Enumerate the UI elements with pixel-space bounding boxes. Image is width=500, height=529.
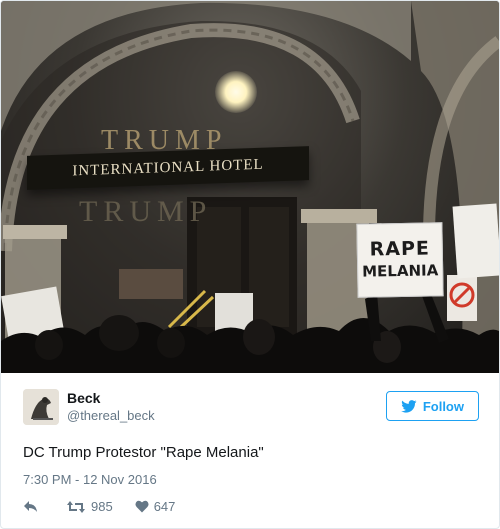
reply-button[interactable] [23,500,44,514]
author-handle[interactable]: @thereal_beck [67,407,155,425]
hotel-sign-text: INTERNATIONAL HOTEL [72,156,264,179]
shadow-letters: TRUMP [79,195,213,228]
retweet-count: 985 [91,499,113,514]
tweet-actions: 985 647 [23,499,197,514]
embedded-tweet: TRUMP INTERNATIONAL HOTEL TRUMP RAPE MEL… [0,0,500,529]
lamp-glow [215,71,257,113]
retweet-button[interactable]: 985 [66,499,113,514]
tweet-photo[interactable]: TRUMP INTERNATIONAL HOTEL TRUMP RAPE MEL… [1,1,499,373]
avatar-image [23,389,59,425]
like-button[interactable]: 647 [135,499,176,514]
like-count: 647 [153,499,176,514]
tweet-author[interactable]: Beck @thereal_beck [23,389,155,425]
protest-sign-line1: RAPE [369,237,431,261]
follow-label: Follow [422,398,464,414]
heart-icon [135,500,149,513]
tweet-timestamp[interactable]: 7:30 PM - 12 Nov 2016 [23,472,157,487]
avatar[interactable] [23,389,59,425]
reply-icon [24,500,37,512]
twitter-bird-icon [401,399,417,413]
author-name[interactable]: Beck [67,389,155,407]
retweet-icon [67,500,85,513]
follow-button[interactable]: Follow [385,391,479,421]
tweet-text: DC Trump Protestor "Rape Melania" [23,444,264,461]
protest-sign: RAPE MELANIA [356,222,444,298]
protest-sign-line2: MELANIA [361,261,439,281]
